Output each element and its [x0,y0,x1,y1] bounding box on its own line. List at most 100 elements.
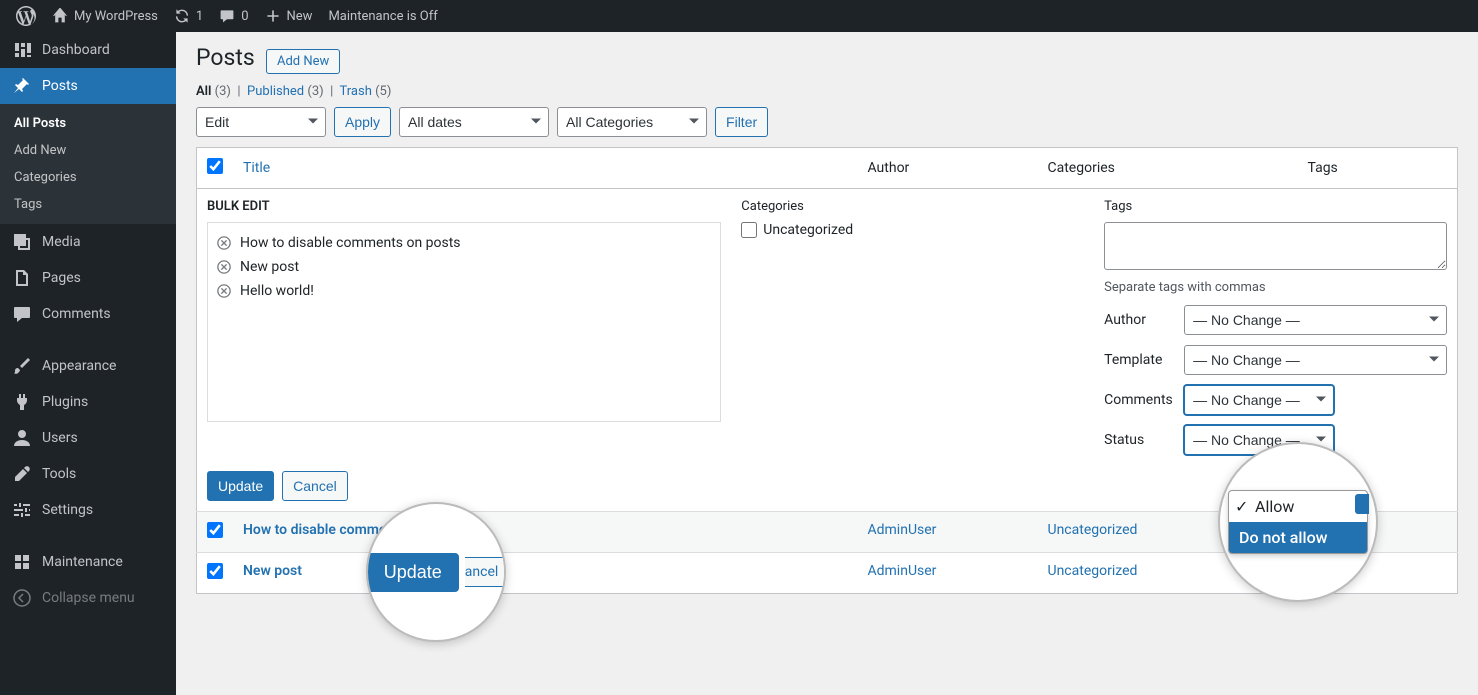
filter-button[interactable]: Filter [715,107,768,137]
comments-count: 0 [241,9,248,24]
add-new-button[interactable]: Add New [266,49,340,74]
template-label: Template [1104,352,1174,368]
brush-icon [12,356,32,376]
collapse-icon [12,588,32,608]
sidebar-item-pages[interactable]: Pages [0,260,176,296]
posts-table: Title Author Categories Tags BULK EDIT [196,147,1458,594]
media-icon [12,232,32,252]
row-checkbox[interactable] [207,522,223,538]
comments-link[interactable]: 0 [211,0,256,32]
sidebar-label: Collapse menu [42,590,135,606]
bulk-title-item: New post [216,255,712,279]
page-title: Posts [196,44,255,71]
status-select[interactable]: — No Change — [1184,425,1334,455]
sidebar-item-users[interactable]: Users [0,420,176,456]
submenu-all-posts[interactable]: All Posts [0,110,176,137]
table-row: New post AdminUser Uncategorized — [197,553,1458,594]
sidebar-label: Plugins [42,394,88,410]
maintenance-icon [12,552,32,572]
submenu-add-new[interactable]: Add New [0,137,176,164]
bulk-tags-heading: Tags [1104,199,1447,214]
sidebar-label: Users [42,430,78,446]
tags-cell: — [1298,512,1458,553]
sidebar-item-plugins[interactable]: Plugins [0,384,176,420]
filter-published[interactable]: Published [247,84,304,99]
sidebar-item-posts[interactable]: Posts [0,68,176,104]
sidebar-label: Posts [42,78,78,94]
filter-trash[interactable]: Trash [340,84,372,99]
site-name-link[interactable]: My WordPress [44,0,166,32]
bulk-action-select[interactable]: Edit [196,107,326,137]
template-select[interactable]: — No Change — [1184,345,1447,375]
sidebar-label: Maintenance [42,554,123,570]
post-title-link[interactable]: New post [243,563,302,579]
sidebar-item-appearance[interactable]: Appearance [0,348,176,384]
bulk-titles-list: How to disable comments on posts New pos… [207,222,721,422]
comments-icon [12,304,32,324]
collapse-menu[interactable]: Collapse menu [0,580,176,616]
updates-count: 1 [196,9,203,24]
remove-icon[interactable] [216,235,232,251]
apply-button[interactable]: Apply [334,107,391,137]
tags-hint: Separate tags with commas [1104,280,1447,295]
posts-submenu: All Posts Add New Categories Tags [0,104,176,224]
update-button[interactable]: Update [207,471,274,501]
author-select[interactable]: — No Change — [1184,305,1447,335]
date-filter-select[interactable]: All dates [399,107,549,137]
sidebar-label: Tools [42,466,76,482]
sidebar-item-comments[interactable]: Comments [0,296,176,332]
maintenance-label: Maintenance is Off [328,9,437,24]
tags-input[interactable] [1104,222,1447,270]
post-title-link[interactable]: How to disable comments on posts [243,522,464,538]
plus-icon [265,8,281,24]
dashboard-icon [12,40,32,60]
sidebar-label: Media [42,234,81,250]
category-link[interactable]: Uncategorized [1048,522,1138,538]
update-icon [174,8,190,24]
updates-link[interactable]: 1 [166,0,211,32]
comments-select[interactable]: — No Change — [1184,385,1334,415]
submenu-categories[interactable]: Categories [0,164,176,191]
pin-icon [12,76,32,96]
pages-icon [12,268,32,288]
cancel-button[interactable]: Cancel [282,471,348,501]
sidebar-label: Dashboard [42,42,110,58]
col-title[interactable]: Title [233,148,858,189]
sidebar-item-settings[interactable]: Settings [0,492,176,528]
col-tags[interactable]: Tags [1298,148,1458,189]
site-name: My WordPress [74,9,158,24]
status-label: Status [1104,432,1174,448]
new-content-link[interactable]: New [257,0,321,32]
sliders-icon [12,500,32,520]
col-author[interactable]: Author [858,148,1038,189]
col-categories[interactable]: Categories [1038,148,1298,189]
filter-all[interactable]: All [196,84,211,99]
home-icon [52,8,68,24]
category-link[interactable]: Uncategorized [1048,563,1138,579]
maintenance-link[interactable]: Maintenance is Off [320,0,445,32]
category-checkbox[interactable] [741,222,757,238]
wp-logo[interactable] [8,0,44,32]
select-all-checkbox[interactable] [207,158,223,174]
author-link[interactable]: AdminUser [868,563,937,579]
sidebar-label: Settings [42,502,93,518]
tags-cell: — [1298,553,1458,594]
row-checkbox[interactable] [207,563,223,579]
sidebar-item-media[interactable]: Media [0,224,176,260]
author-link[interactable]: AdminUser [868,522,937,538]
sidebar-item-tools[interactable]: Tools [0,456,176,492]
category-filter-select[interactable]: All Categories [557,107,707,137]
comment-icon [219,8,235,24]
new-label: New [287,9,313,24]
bulk-edit-heading: BULK EDIT [207,199,721,214]
submenu-tags[interactable]: Tags [0,191,176,218]
admin-sidebar: Dashboard Posts All Posts Add New Catego… [0,32,176,695]
remove-icon[interactable] [216,259,232,275]
author-label: Author [1104,312,1174,328]
sidebar-item-dashboard[interactable]: Dashboard [0,32,176,68]
bulk-title-item: How to disable comments on posts [216,231,712,255]
bulk-categories-heading: Categories [741,199,1084,214]
remove-icon[interactable] [216,283,232,299]
bulk-edit-panel: BULK EDIT How to disable comments on pos… [197,189,1458,512]
sidebar-item-maintenance[interactable]: Maintenance [0,544,176,580]
